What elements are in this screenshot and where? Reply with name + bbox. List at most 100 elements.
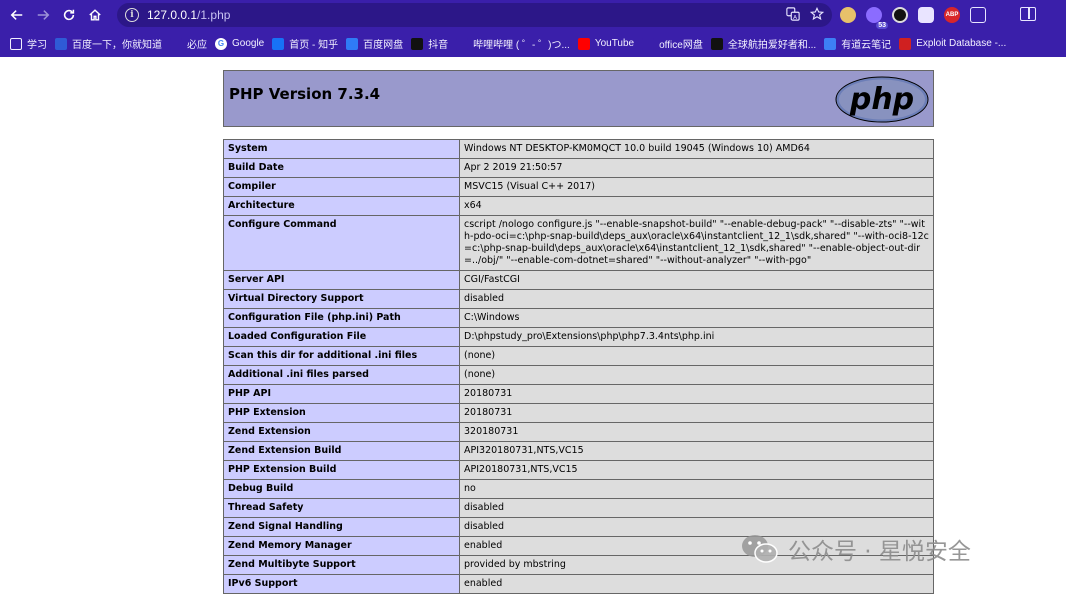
home-button[interactable] [82, 0, 108, 30]
table-row: Thread Safety disabled [223, 498, 934, 518]
bookmark-bilibili[interactable]: 哔哩哔哩 ( ゜- ゜)つ... [454, 33, 576, 55]
youdao-icon [824, 37, 837, 50]
row-key: PHP Extension [223, 403, 460, 423]
youtube-icon [577, 37, 590, 50]
bookmark-label: 学习 [27, 40, 47, 51]
bookmark-office[interactable]: office网盘 [640, 33, 709, 55]
row-value: cscript /nologo configure.js "--enable-s… [459, 215, 934, 271]
url-text[interactable]: 127.0.0.1/1.php [147, 8, 230, 22]
bookmark-label: 抖音 [428, 40, 449, 51]
reload-button[interactable] [56, 0, 82, 30]
arrow-right-icon [37, 10, 50, 20]
home-icon [89, 9, 101, 21]
row-value: 20180731 [459, 403, 934, 423]
url-host: 127.0.0.1 [147, 8, 198, 22]
bilibili-icon [456, 37, 469, 50]
table-row: Server API CGI/FastCGI [223, 270, 934, 290]
address-bar[interactable]: i 127.0.0.1/1.php A [117, 3, 832, 27]
arrow-left-icon [10, 10, 23, 20]
bookmark-douyin[interactable]: 抖音 [409, 33, 454, 55]
folder-icon [10, 37, 22, 50]
skypixel-icon [710, 37, 723, 50]
table-row: System Windows NT DESKTOP-KM0MQCT 10.0 bu… [223, 139, 934, 159]
table-row: Scan this dir for additional .ini files(… [223, 346, 934, 366]
bookmark-youtube[interactable]: YouTube [576, 33, 640, 55]
bookmark-skypixel[interactable]: 全球航拍爱好者和... [709, 33, 822, 55]
row-key: Zend Multibyte Support [223, 555, 460, 575]
reload-icon [63, 9, 75, 21]
row-key: System [223, 139, 460, 159]
row-value: CGI/FastCGI [459, 270, 934, 290]
extension-avatar-icon[interactable] [840, 7, 856, 23]
row-key: Server API [223, 270, 460, 290]
bookmark-youdao[interactable]: 有道云笔记 [822, 33, 897, 55]
bookmark-label: Exploit Database -... [916, 38, 1007, 49]
row-value: enabled [459, 574, 934, 594]
table-row: Configuration File (php.ini) Path C:\Wind… [223, 308, 934, 328]
table-row: Zend Extension Build API320180731,NTS,VC1… [223, 441, 934, 461]
extension-circle-icon[interactable] [892, 7, 908, 23]
translate-icon[interactable]: A [786, 7, 800, 21]
bookmark-label: 百度一下，你就知道 [72, 40, 162, 51]
row-key: Zend Extension [223, 422, 460, 442]
phpinfo-table: System Windows NT DESKTOP-KM0MQCT 10.0 bu… [223, 139, 934, 594]
bookmark-search[interactable]: 必应 [168, 33, 213, 55]
office-icon [642, 37, 655, 50]
forward-button[interactable] [30, 0, 56, 30]
row-value: MSVC15 (Visual C++ 2017) [459, 177, 934, 197]
bookmark-baidupan[interactable]: 百度网盘 [344, 33, 409, 55]
table-row: Virtual Directory Support disabled [223, 289, 934, 309]
bookmark-label: 百度网盘 [363, 40, 404, 51]
row-value: 20180731 [459, 384, 934, 404]
php-logo-text: php [849, 82, 914, 117]
bookmark-exploitdb[interactable]: Exploit Database -... [897, 33, 1012, 55]
row-key: Thread Safety [223, 498, 460, 518]
extensions-puzzle-icon[interactable] [970, 7, 986, 23]
douyin-icon [411, 37, 424, 50]
bookmark-label: YouTube [594, 38, 635, 49]
side-panel-icon[interactable] [1020, 7, 1036, 21]
bookmark-label: office网盘 [659, 40, 703, 51]
star-icon[interactable] [810, 7, 824, 21]
wechat-icon [742, 535, 778, 563]
row-value: 320180731 [459, 422, 934, 442]
row-value: Apr 2 2019 21:50:57 [459, 158, 934, 178]
url-path: /1.php [197, 8, 231, 22]
bookmark-google[interactable]: G Google [213, 33, 270, 55]
row-value: no [459, 479, 934, 499]
watermark: 公众号 · 星悦安全 [740, 532, 971, 566]
row-key: IPv6 Support [223, 574, 460, 594]
row-value: C:\Windows [459, 308, 934, 328]
page-title: PHP Version 7.3.4 [229, 85, 381, 103]
svg-text:A: A [793, 15, 797, 21]
adblock-icon[interactable]: ABP [944, 7, 960, 23]
table-row: Zend Extension 320180731 [223, 422, 934, 442]
bookmark-label: 必应 [187, 40, 207, 51]
row-value: API20180731,NTS,VC15 [459, 460, 934, 480]
back-button[interactable] [4, 0, 30, 30]
exploitdb-icon [899, 37, 912, 50]
row-value: D:\phpstudy_pro\Extensions\php\php7.3.4n… [459, 327, 934, 347]
row-value: disabled [459, 498, 934, 518]
table-row: PHP API 20180731 [223, 384, 934, 404]
info-icon[interactable]: i [125, 8, 139, 22]
table-row: Additional .ini files parsed (none) [223, 365, 934, 385]
bookmark-folder[interactable]: 学习 [8, 33, 53, 55]
extension-shield-icon[interactable]: 53 [866, 7, 888, 29]
baidupan-icon [346, 37, 359, 50]
row-value: (none) [459, 346, 934, 366]
row-key: Zend Signal Handling [223, 517, 460, 537]
table-row: IPv6 Support enabled [223, 574, 934, 594]
row-key: Architecture [223, 196, 460, 216]
row-key: Configuration File (php.ini) Path [223, 308, 460, 328]
bookmark-baidu[interactable]: 百度一下，你就知道 [53, 33, 168, 55]
google-icon: G [215, 37, 227, 50]
table-row: Loaded Configuration File D:\phpstudy_pro… [223, 327, 934, 347]
row-value: disabled [459, 289, 934, 309]
extension-badge: 53 [876, 22, 888, 29]
row-key: Zend Extension Build [223, 441, 460, 461]
extension-cloud-icon[interactable] [918, 7, 934, 23]
bookmark-zhihu[interactable]: 首页 - 知乎 [270, 33, 344, 55]
phpinfo-header: PHP Version 7.3.4 php [223, 70, 934, 127]
baidu-icon [55, 37, 67, 50]
